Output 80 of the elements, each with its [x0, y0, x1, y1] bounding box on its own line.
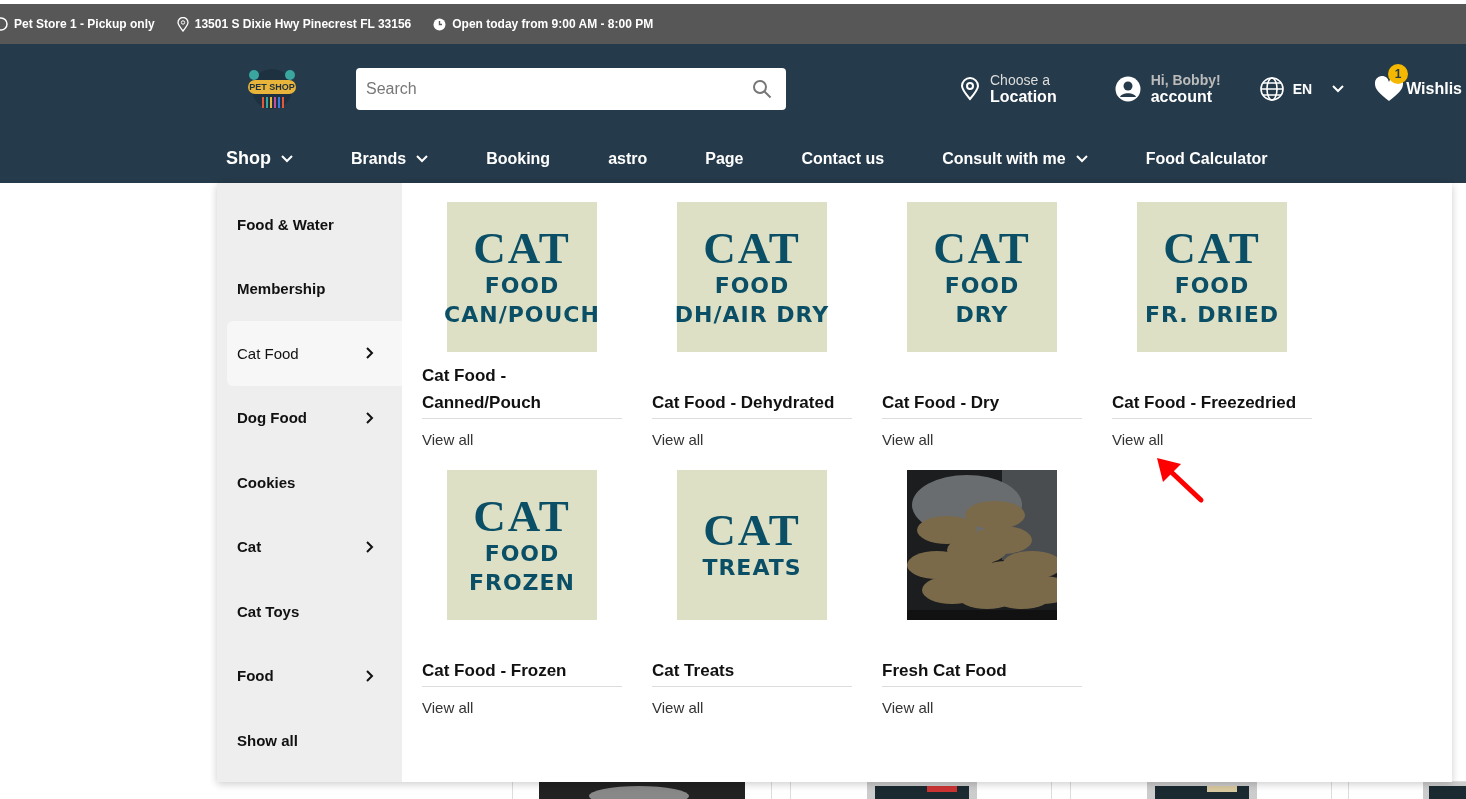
view-all-link[interactable]: View all [652, 699, 704, 716]
category-item[interactable]: Cookies [227, 450, 402, 515]
category-item[interactable]: Cat Food [227, 321, 402, 386]
category-tile[interactable]: CAT TREATS [677, 470, 827, 620]
globe-icon[interactable] [1258, 76, 1285, 102]
tile-text: FOOD [944, 272, 1020, 301]
category-tile[interactable]: CAT FOOD FR. DRIED [1137, 202, 1287, 352]
tile-text: CAT [1163, 224, 1261, 273]
tile-text: DH/AIR DRY [674, 300, 830, 329]
chevron-down-icon [1332, 85, 1345, 93]
location-pin-icon[interactable] [960, 77, 980, 101]
search-field[interactable]: Search [356, 68, 786, 110]
tile-text: FR. DRIED [1144, 300, 1280, 329]
view-all-link[interactable]: View all [882, 699, 934, 716]
clock-icon [433, 17, 447, 31]
top-bar-text: Open today from 9:00 AM - 8:00 PM [452, 17, 654, 31]
account-link[interactable]: account [1150, 87, 1221, 107]
category-label[interactable]: Food & Water [237, 215, 334, 233]
category-label[interactable]: Food [237, 667, 274, 685]
tile-text: CAN/POUCH [444, 300, 600, 329]
nav-link[interactable]: Contact us [801, 149, 885, 168]
subcategory-title[interactable]: Cat Food - Frozen [422, 620, 622, 687]
category-tile[interactable]: CAT FOOD DRY [907, 202, 1057, 352]
search-icon[interactable] [752, 79, 772, 99]
category-label[interactable]: Membership [237, 280, 326, 298]
nav-link[interactable]: Shop [226, 148, 293, 169]
subcategory-title[interactable]: Fresh Cat Food [882, 620, 1082, 687]
nav-link[interactable]: astro [608, 149, 648, 168]
view-all-link[interactable]: View all [1112, 431, 1164, 448]
tile-text: TREATS [702, 554, 802, 583]
location-link[interactable]: Location [990, 87, 1057, 107]
category-item[interactable]: Food [227, 643, 402, 708]
tile-text: FOOD [1174, 272, 1250, 301]
category-item[interactable]: Show all [227, 708, 402, 773]
subcategory-title[interactable]: Cat Food - Canned/Pouch [422, 352, 622, 419]
view-all-link[interactable]: View all [652, 431, 704, 448]
subcategory-title[interactable]: Cat Treats [652, 620, 852, 687]
category-item[interactable]: Dog Food [227, 385, 402, 450]
tile-text: CAT [703, 224, 801, 273]
category-tile[interactable]: CAT FOOD FROZEN [447, 470, 597, 620]
nav-link[interactable]: Consult with me [942, 149, 1088, 168]
subcategory-title[interactable]: Cat Food - Dehydrated [652, 352, 852, 419]
category-label[interactable]: Show all [237, 731, 298, 749]
category-label[interactable]: Cat Toys [237, 602, 300, 620]
wishlist-link[interactable]: Wishlis [1406, 80, 1462, 98]
view-all-link[interactable]: View all [882, 431, 934, 448]
tile-text: FOOD [714, 272, 790, 301]
view-all-link[interactable]: View all [422, 699, 474, 716]
category-item[interactable]: Cat Toys [227, 579, 402, 644]
tile-text: FOOD [484, 272, 560, 301]
top-bar-text: 13501 S Dixie Hwy Pinecrest FL 33156 [194, 17, 412, 31]
category-item[interactable]: Cat [227, 514, 402, 579]
view-all-link[interactable]: View all [422, 431, 474, 448]
nav-link[interactable]: Page [705, 149, 744, 168]
nav-link[interactable]: Food Calculator [1145, 149, 1268, 168]
greeting: Hi, Bobby! [1150, 71, 1221, 88]
category-item[interactable]: Food & Water [227, 192, 402, 257]
category-label[interactable]: Cat [237, 538, 262, 556]
subcategory-title[interactable]: Cat Food - Freezedried [1112, 352, 1312, 419]
category-tile[interactable]: CAT FOOD DH/AIR DRY [677, 202, 827, 352]
location-pin-icon [176, 16, 189, 32]
tile-text: DRY [955, 300, 1009, 329]
tile-text: FROZEN [468, 568, 576, 597]
category-tile[interactable]: CAT FOOD CAN/POUCH [447, 202, 597, 352]
location-label[interactable]: Choose a [990, 71, 1057, 88]
category-label[interactable]: Dog Food [237, 409, 307, 427]
top-bar-text: Pet Store 1 - Pickup only [14, 17, 155, 31]
user-icon[interactable] [1114, 76, 1141, 102]
language-selector[interactable]: EN [1292, 81, 1313, 97]
nav-link[interactable]: Booking [486, 149, 551, 168]
category-label[interactable]: Cat Food [237, 344, 299, 362]
nav-link[interactable]: Brands [351, 149, 429, 168]
subcategory-title[interactable]: Cat Food - Dry [882, 352, 1082, 419]
category-label[interactable]: Cookies [237, 473, 296, 491]
tile-text: FOOD [484, 540, 560, 569]
tile-text: CAT [703, 507, 801, 555]
category-item[interactable]: Membership [227, 256, 402, 321]
tile-text: CAT [473, 492, 571, 541]
tile-text: CAT [473, 224, 571, 273]
tile-text: CAT [933, 224, 1031, 273]
